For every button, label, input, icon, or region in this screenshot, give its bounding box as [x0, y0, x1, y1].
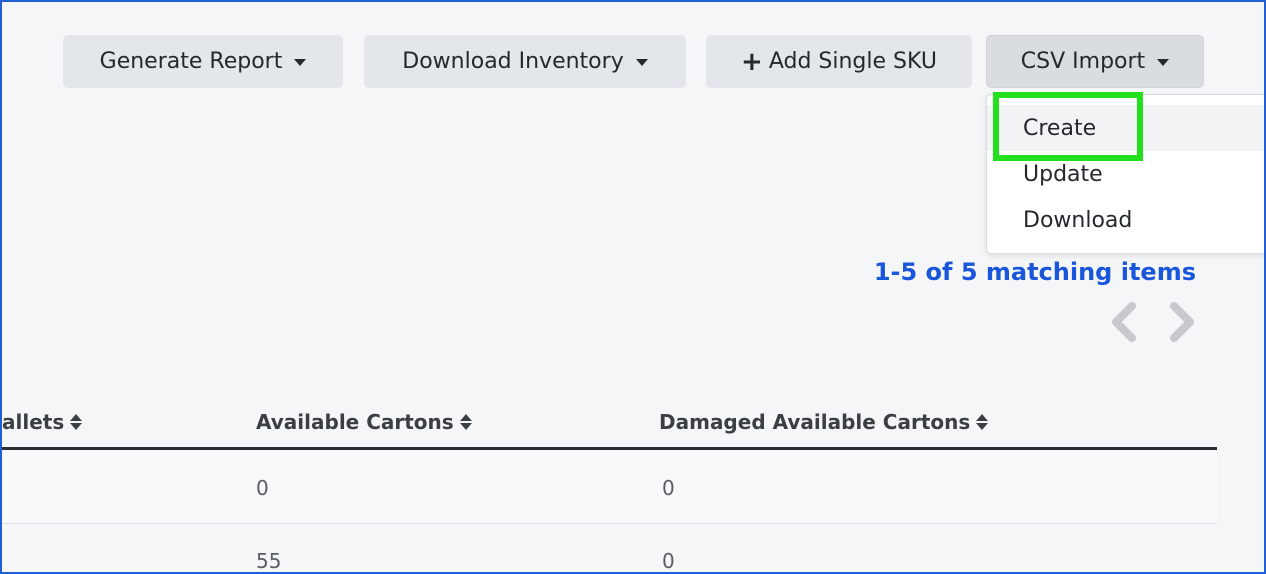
chevron-left-icon — [1112, 302, 1136, 342]
chevron-right-icon — [1170, 302, 1194, 342]
table-row: 0 0 — [2, 451, 1217, 524]
column-header-damaged-available-cartons[interactable]: Damaged Available Cartons — [659, 410, 989, 434]
download-inventory-button[interactable]: Download Inventory — [364, 35, 686, 88]
plus-icon: + — [741, 46, 763, 77]
generate-report-button[interactable]: Generate Report — [63, 35, 343, 88]
table-header-divider — [2, 447, 1217, 450]
next-page-button[interactable] — [1162, 300, 1202, 344]
menu-item-create[interactable]: Create — [987, 105, 1264, 151]
column-header-pallets-label: allets — [2, 410, 65, 434]
cell-available-cartons: 55 — [256, 549, 282, 573]
sort-icon — [459, 414, 472, 430]
page-frame: Generate Report Download Inventory + Add… — [0, 0, 1266, 574]
column-header-available-cartons[interactable]: Available Cartons — [256, 410, 472, 434]
sort-icon — [70, 414, 83, 430]
menu-item-update[interactable]: Update — [987, 151, 1264, 197]
csv-import-dropdown-menu: Create Update Download — [986, 94, 1264, 254]
cell-damaged-available-cartons: 0 — [662, 549, 675, 573]
csv-import-button[interactable]: CSV Import — [986, 35, 1204, 88]
menu-item-download-label: Download — [1023, 207, 1133, 233]
add-single-sku-label: Add Single SKU — [768, 49, 937, 74]
csv-import-label: CSV Import — [1020, 49, 1146, 74]
menu-item-update-label: Update — [1023, 161, 1103, 187]
caret-down-icon — [1157, 59, 1170, 66]
table-row: 55 0 — [2, 524, 1217, 573]
add-single-sku-button[interactable]: + Add Single SKU — [706, 35, 972, 88]
menu-item-download[interactable]: Download — [987, 197, 1264, 243]
download-inventory-label: Download Inventory — [402, 49, 624, 74]
menu-item-create-label: Create — [1023, 115, 1097, 141]
cell-available-cartons: 0 — [256, 476, 269, 500]
previous-page-button[interactable] — [1104, 300, 1144, 344]
column-header-damaged-available-cartons-label: Damaged Available Cartons — [659, 410, 971, 434]
pagination-summary: 1-5 of 5 matching items — [873, 258, 1196, 286]
cell-damaged-available-cartons: 0 — [662, 476, 675, 500]
caret-down-icon — [294, 59, 307, 66]
column-header-available-cartons-label: Available Cartons — [256, 410, 454, 434]
caret-down-icon — [635, 59, 648, 66]
generate-report-label: Generate Report — [99, 49, 283, 74]
column-header-pallets[interactable]: allets — [2, 410, 83, 434]
sort-icon — [976, 414, 989, 430]
